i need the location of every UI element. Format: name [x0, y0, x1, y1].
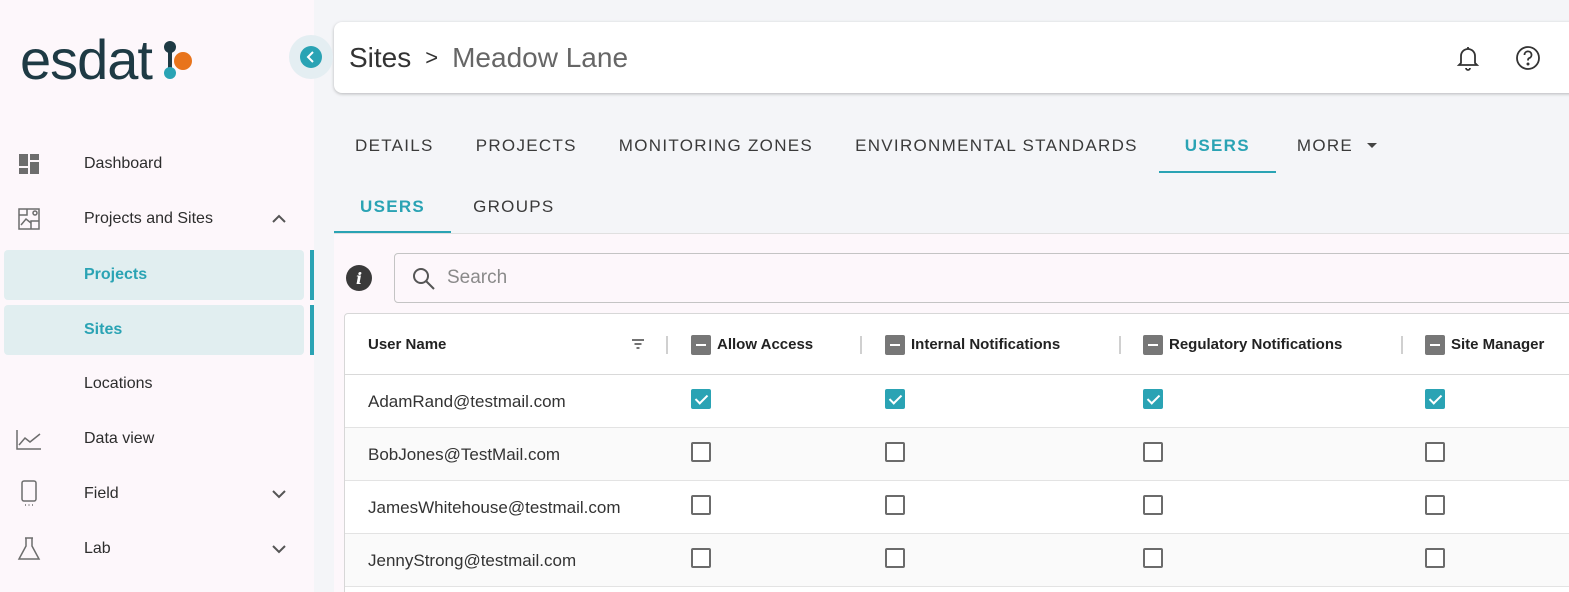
sidebar-item-label: Dashboard [84, 155, 163, 172]
tab-more-label: MORE [1296, 135, 1354, 155]
caret-down-icon [1367, 143, 1378, 148]
column-header-allow-access[interactable]: Allow Access [691, 314, 813, 375]
regulatory-notifications-checkbox[interactable] [1143, 548, 1163, 568]
breadcrumb-current-site: Meadow Lane [452, 42, 629, 73]
mobile-device-icon [16, 480, 42, 507]
tab-environmental-standards[interactable]: ENVIRONMENTAL STANDARDS [834, 118, 1159, 173]
chevron-down-icon[interactable] [268, 538, 290, 560]
tab-bar: DETAILS PROJECTS MONITORING ZONES ENVIRO… [334, 118, 1398, 173]
select-all-internal-notifications-checkbox[interactable] [885, 334, 905, 355]
column-header-site-manager[interactable]: Site Manager [1425, 314, 1544, 375]
column-header-regulatory-notifications[interactable]: Regulatory Notifications [1143, 314, 1342, 375]
regulatory-notifications-checkbox[interactable] [1143, 389, 1163, 409]
sidebar: esdat Dashboard Projects and Sites Proje… [0, 0, 314, 592]
search-icon [411, 266, 437, 292]
search-box[interactable] [394, 253, 1569, 303]
sidebar-item-label: Sites [84, 321, 123, 338]
user-name-cell: AdamRand@testmail.com [368, 391, 566, 411]
table-row: AdamRand@testmail.com [345, 375, 1569, 428]
site-manager-checkbox[interactable] [1425, 389, 1445, 409]
sidebar-item-label: Field [84, 485, 119, 502]
collapse-sidebar-button[interactable] [289, 35, 333, 79]
breadcrumb-sites-link[interactable]: Sites [349, 42, 411, 74]
sidebar-item-dashboard[interactable]: Dashboard [0, 139, 314, 189]
breadcrumb-separator: > [425, 45, 439, 70]
tab-details[interactable]: DETAILS [334, 118, 455, 173]
subtab-bar: USERS GROUPS [334, 180, 577, 233]
allow-access-checkbox[interactable] [691, 442, 711, 462]
select-all-site-manager-checkbox[interactable] [1425, 334, 1445, 355]
regulatory-notifications-checkbox[interactable] [1143, 495, 1163, 515]
filter-icon[interactable] [631, 337, 645, 351]
dashboard-icon [16, 151, 42, 177]
site-manager-checkbox[interactable] [1425, 495, 1445, 515]
internal-notifications-checkbox[interactable] [885, 548, 905, 568]
column-header-label: Regulatory Notifications [1169, 336, 1343, 353]
flask-icon [16, 536, 42, 562]
search-input[interactable] [447, 262, 1047, 294]
map-icon [16, 206, 42, 232]
sidebar-item-label: Data view [84, 430, 155, 447]
logo-text: esdat [20, 28, 153, 91]
sidebar-item-label: Locations [84, 375, 153, 392]
bell-icon[interactable] [1454, 44, 1482, 72]
sidebar-item-label: Projects and Sites [84, 210, 213, 227]
sidebar-item-projects-and-sites[interactable]: Projects and Sites [0, 194, 314, 244]
chevron-up-icon[interactable] [268, 208, 290, 230]
allow-access-checkbox[interactable] [691, 389, 711, 409]
select-all-allow-access-checkbox[interactable] [691, 334, 711, 355]
sidebar-item-locations[interactable]: Locations [0, 359, 314, 409]
column-header-label: Allow Access [717, 336, 814, 353]
chevron-left-icon [300, 46, 322, 68]
esdat-logo[interactable]: esdat [20, 32, 198, 88]
logo-mark-icon [158, 35, 198, 85]
column-header-label: Site Manager [1451, 336, 1545, 353]
site-manager-checkbox[interactable] [1425, 548, 1445, 568]
allow-access-checkbox[interactable] [691, 495, 711, 515]
column-header-user-name[interactable]: User Name [368, 314, 446, 375]
allow-access-checkbox[interactable] [691, 548, 711, 568]
table-row: JennyStrong@testmail.com [345, 534, 1569, 587]
tab-monitoring-zones[interactable]: MONITORING ZONES [598, 118, 834, 173]
tab-more[interactable]: MORE [1276, 118, 1398, 173]
sidebar-item-label: Projects [84, 266, 148, 283]
internal-notifications-checkbox[interactable] [885, 389, 905, 409]
subtab-users[interactable]: USERS [334, 180, 452, 233]
tab-users[interactable]: USERS [1158, 118, 1276, 173]
site-manager-checkbox[interactable] [1425, 442, 1445, 462]
table-row: BobJones@TestMail.com [345, 428, 1569, 481]
table-header-row: User Name Allow Access Internal Notifica… [345, 314, 1569, 375]
select-all-regulatory-notifications-checkbox[interactable] [1143, 334, 1163, 355]
column-divider [1401, 336, 1403, 354]
column-header-internal-notifications[interactable]: Internal Notifications [885, 314, 1060, 375]
sidebar-item-projects[interactable]: Projects [4, 250, 314, 300]
sidebar-item-field[interactable]: Field [0, 469, 314, 519]
chart-line-icon [16, 426, 42, 452]
internal-notifications-checkbox[interactable] [885, 442, 905, 462]
column-divider [666, 336, 668, 354]
sidebar-item-sites[interactable]: Sites [4, 305, 314, 355]
sidebar-item-lab[interactable]: Lab [0, 524, 314, 574]
info-icon[interactable]: i [346, 265, 372, 291]
user-name-cell: BobJones@TestMail.com [368, 444, 561, 464]
table-row: JamesWhitehouse@testmail.com [345, 481, 1569, 534]
column-divider [1119, 336, 1121, 354]
users-table: User Name Allow Access Internal Notifica… [344, 313, 1569, 592]
user-name-cell: JennyStrong@testmail.com [368, 550, 577, 570]
column-divider [860, 336, 862, 354]
page-header: Sites > Meadow Lane [334, 22, 1569, 93]
internal-notifications-checkbox[interactable] [885, 495, 905, 515]
chevron-down-icon[interactable] [268, 483, 290, 505]
user-name-cell: JamesWhitehouse@testmail.com [368, 497, 621, 517]
breadcrumb: Sites > Meadow Lane [349, 42, 628, 74]
sidebar-item-data-view[interactable]: Data view [0, 414, 314, 464]
help-icon[interactable] [1514, 44, 1542, 72]
column-header-label: Internal Notifications [911, 336, 1061, 353]
sidebar-item-label: Lab [84, 540, 111, 557]
tab-projects[interactable]: PROJECTS [455, 118, 598, 173]
subtab-groups[interactable]: GROUPS [451, 180, 576, 233]
regulatory-notifications-checkbox[interactable] [1143, 442, 1163, 462]
